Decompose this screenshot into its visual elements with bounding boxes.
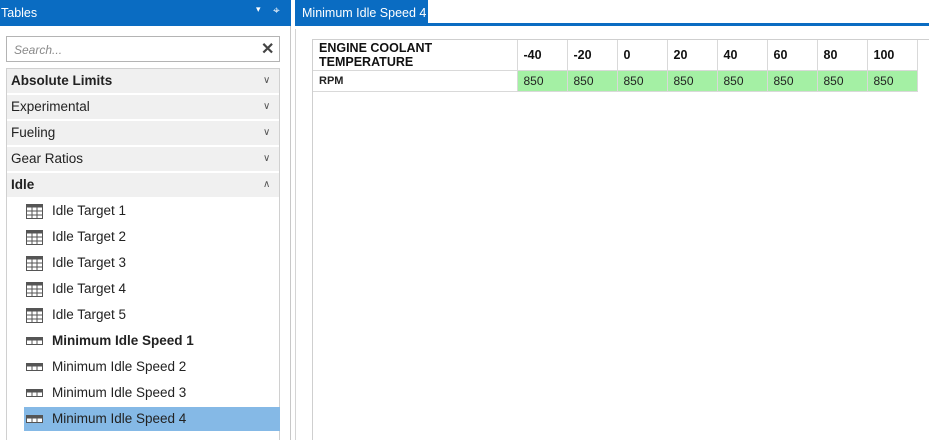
group-label: Fueling bbox=[11, 125, 56, 140]
cell-value: 850 bbox=[723, 73, 744, 88]
row-table-icon bbox=[26, 389, 43, 397]
group-label: Idle bbox=[11, 177, 35, 192]
search-input[interactable] bbox=[14, 41, 254, 58]
tab-label: Minimum Idle Speed 4 bbox=[302, 6, 427, 20]
cell-value: 850 bbox=[773, 73, 794, 88]
value-cell[interactable]: 850 bbox=[517, 70, 568, 92]
grid-table-icon bbox=[26, 230, 43, 245]
chevron-down-icon[interactable]: ∨ bbox=[263, 153, 270, 164]
tree-item-minimum-idle-speed-3[interactable]: Minimum Idle Speed 3 bbox=[24, 381, 280, 405]
row-table-icon bbox=[26, 337, 43, 345]
value-cell[interactable]: 850 bbox=[717, 70, 768, 92]
tree-item-idle-target-5[interactable]: Idle Target 5 bbox=[24, 303, 280, 327]
column-header-cell[interactable]: -40 bbox=[517, 40, 568, 71]
column-header-label: 60 bbox=[773, 47, 788, 62]
table-header-row: ENGINE COOLANT TEMPERATURE -40 -20 0 20 … bbox=[313, 40, 918, 71]
item-label: Minimum Idle Speed 4 bbox=[52, 411, 187, 426]
grid-table-icon bbox=[26, 256, 43, 271]
cell-value: 850 bbox=[573, 73, 594, 88]
cell-value: 850 bbox=[873, 73, 894, 88]
item-label: Idle Target 1 bbox=[52, 203, 127, 218]
tree-item-minimum-idle-speed-1[interactable]: Minimum Idle Speed 1 bbox=[24, 329, 280, 353]
item-label: Idle Target 3 bbox=[52, 255, 127, 270]
tables-panel-header: Tables ▾ ⌖ bbox=[0, 0, 291, 26]
column-header-label: -40 bbox=[523, 47, 542, 62]
column-header-label: 100 bbox=[873, 47, 895, 62]
tree-item-minimum-idle-speed-4[interactable]: Minimum Idle Speed 4 bbox=[24, 407, 280, 431]
group-label: Absolute Limits bbox=[11, 73, 113, 88]
axis-header-label: ENGINE COOLANT TEMPERATURE bbox=[319, 40, 433, 69]
axis-header-cell: ENGINE COOLANT TEMPERATURE bbox=[313, 40, 518, 71]
item-label: Minimum Idle Speed 1 bbox=[52, 333, 194, 348]
panel-title: Tables bbox=[1, 6, 38, 20]
tree-group-experimental[interactable]: Experimental ∨ bbox=[7, 95, 279, 119]
table-editor: ENGINE COOLANT TEMPERATURE -40 -20 0 20 … bbox=[295, 29, 929, 440]
item-label: Minimum Idle Speed 2 bbox=[52, 359, 187, 374]
tree-item-minimum-idle-speed-2[interactable]: Minimum Idle Speed 2 bbox=[24, 355, 280, 379]
tree-item-idle-target-1[interactable]: Idle Target 1 bbox=[24, 199, 280, 223]
column-header-cell[interactable]: 100 bbox=[867, 40, 918, 71]
row-table-icon bbox=[26, 415, 43, 423]
clear-search-icon[interactable]: ✕ bbox=[261, 39, 274, 59]
column-header-cell[interactable]: 40 bbox=[717, 40, 768, 71]
value-cell[interactable]: 850 bbox=[767, 70, 818, 92]
tree-item-idle-target-4[interactable]: Idle Target 4 bbox=[24, 277, 280, 301]
value-cell[interactable]: 850 bbox=[867, 70, 918, 92]
search-box: ✕ bbox=[6, 36, 280, 62]
grid-table-icon bbox=[26, 308, 43, 323]
panel-menu-dropdown-icon[interactable]: ▾ bbox=[256, 4, 261, 15]
tree-item-idle-target-2[interactable]: Idle Target 2 bbox=[24, 225, 280, 249]
column-header-label: 40 bbox=[723, 47, 738, 62]
item-label: Minimum Idle Speed 3 bbox=[52, 385, 187, 400]
cell-value: 850 bbox=[823, 73, 844, 88]
column-header-label: 80 bbox=[823, 47, 838, 62]
row-header-label: RPM bbox=[319, 74, 344, 87]
cell-value: 850 bbox=[523, 73, 544, 88]
chevron-up-icon[interactable]: ∧ bbox=[263, 179, 270, 190]
chevron-down-icon[interactable]: ∨ bbox=[263, 75, 270, 86]
column-header-cell[interactable]: -20 bbox=[567, 40, 618, 71]
column-header-cell[interactable]: 0 bbox=[617, 40, 668, 71]
cell-value: 850 bbox=[673, 73, 694, 88]
value-cell[interactable]: 850 bbox=[567, 70, 618, 92]
column-header-label: 0 bbox=[623, 47, 631, 62]
tree-item-idle-target-3[interactable]: Idle Target 3 bbox=[24, 251, 280, 275]
chevron-down-icon[interactable]: ∨ bbox=[263, 127, 270, 138]
column-header-label: 20 bbox=[673, 47, 688, 62]
group-label: Gear Ratios bbox=[11, 151, 84, 166]
value-cell[interactable]: 850 bbox=[667, 70, 718, 92]
column-header-cell[interactable]: 60 bbox=[767, 40, 818, 71]
grid-table-icon bbox=[26, 204, 43, 219]
column-header-cell[interactable]: 80 bbox=[817, 40, 868, 71]
tree-group-gear-ratios[interactable]: Gear Ratios ∨ bbox=[7, 147, 279, 171]
row-header-cell: RPM bbox=[313, 70, 518, 92]
item-label: Idle Target 2 bbox=[52, 229, 127, 244]
data-table: ENGINE COOLANT TEMPERATURE -40 -20 0 20 … bbox=[313, 40, 918, 92]
item-label: Idle Target 4 bbox=[52, 281, 127, 296]
column-header-label: -20 bbox=[573, 47, 592, 62]
tables-panel: Tables ▾ ⌖ ✕ Absolute Limits ∨ Experimen… bbox=[0, 0, 291, 440]
value-cell[interactable]: 850 bbox=[617, 70, 668, 92]
tree-group-absolute-limits[interactable]: Absolute Limits ∨ bbox=[7, 69, 279, 93]
group-label: Experimental bbox=[11, 99, 90, 114]
grid-table-icon bbox=[26, 282, 43, 297]
item-label: Idle Target 5 bbox=[52, 307, 127, 322]
row-table-icon bbox=[26, 363, 43, 371]
document-tab-strip: Minimum Idle Speed 4 bbox=[295, 0, 929, 26]
tab-minimum-idle-speed-4[interactable]: Minimum Idle Speed 4 bbox=[295, 0, 428, 26]
tree-group-idle[interactable]: Idle ∧ bbox=[7, 173, 279, 197]
cell-value: 850 bbox=[623, 73, 644, 88]
pin-icon[interactable]: ⌖ bbox=[273, 3, 280, 18]
table-tree: Absolute Limits ∨ Experimental ∨ Fueling… bbox=[6, 68, 280, 440]
table-sheet: ENGINE COOLANT TEMPERATURE -40 -20 0 20 … bbox=[312, 39, 929, 440]
table-row: RPM 850 850 850 850 850 850 850 850 bbox=[313, 70, 918, 92]
value-cell[interactable]: 850 bbox=[817, 70, 868, 92]
tree-group-fueling[interactable]: Fueling ∨ bbox=[7, 121, 279, 145]
chevron-down-icon[interactable]: ∨ bbox=[263, 101, 270, 112]
column-header-cell[interactable]: 20 bbox=[667, 40, 718, 71]
